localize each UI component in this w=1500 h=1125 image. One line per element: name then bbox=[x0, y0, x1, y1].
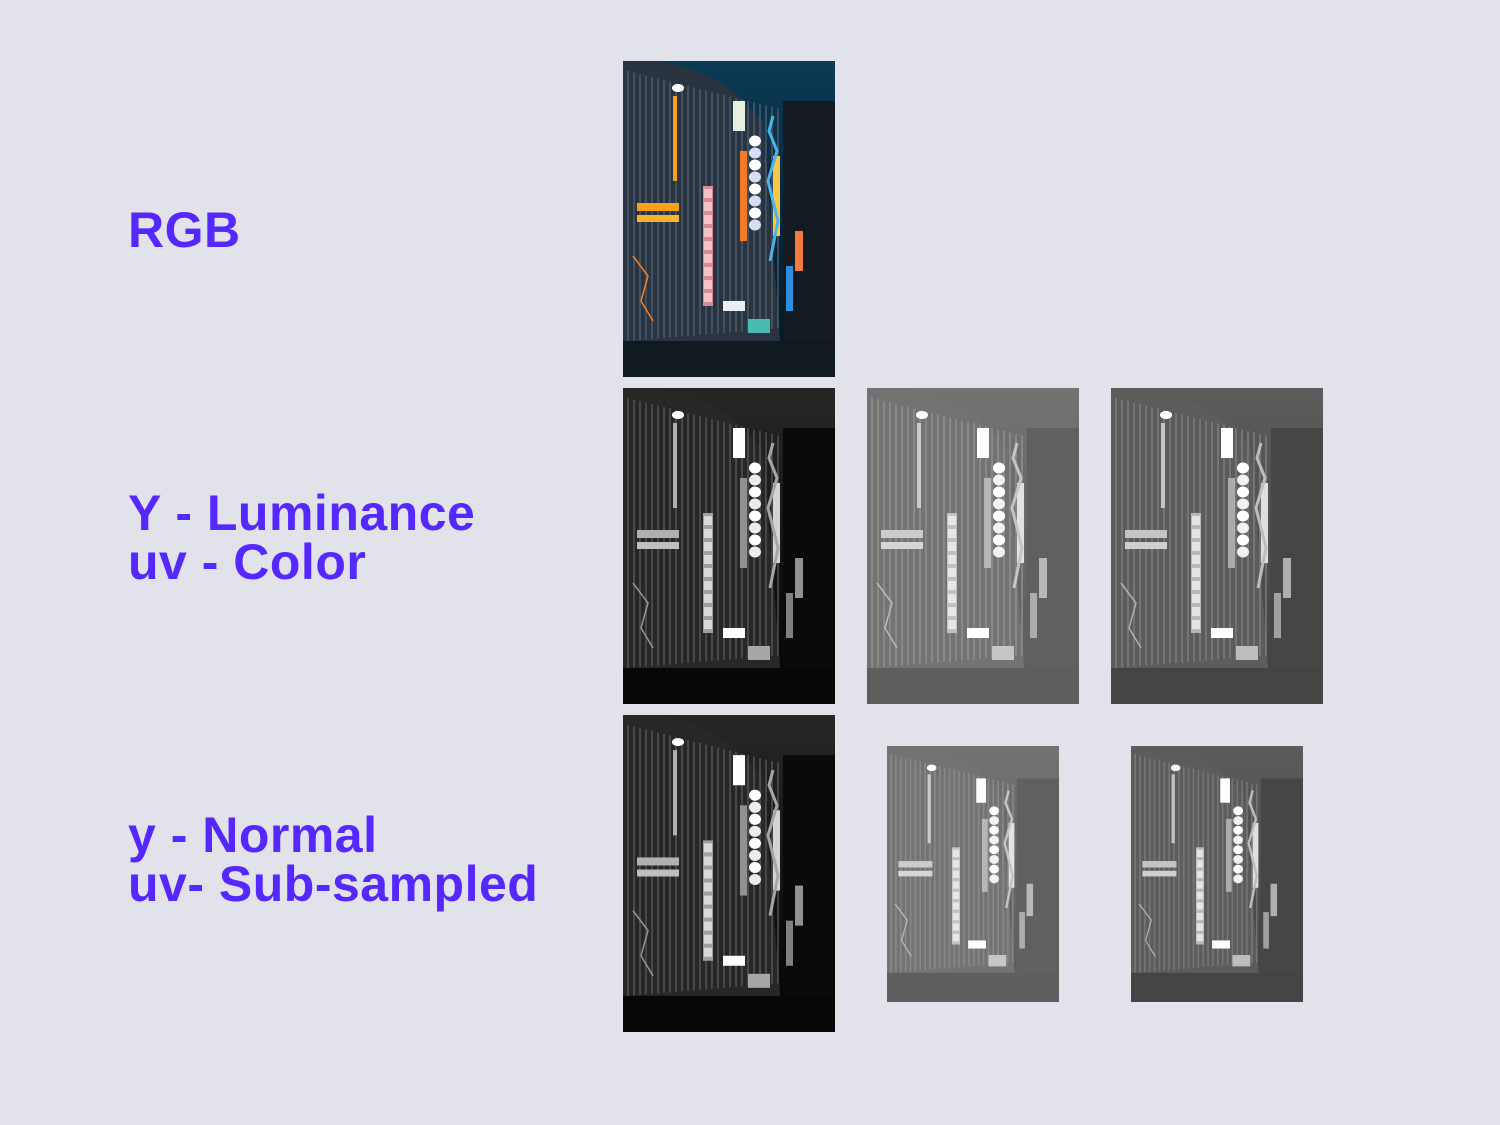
y-channel-image bbox=[623, 388, 835, 704]
yuv-label-luminance: Y - Luminance bbox=[128, 485, 476, 541]
rgb-label: RGB bbox=[128, 202, 241, 258]
yuv-label-color: uv - Color bbox=[128, 534, 367, 590]
u-channel-image bbox=[867, 388, 1079, 704]
subsampled-label-uv: uv- Sub-sampled bbox=[128, 856, 539, 912]
rgb-image bbox=[623, 61, 835, 377]
y-normal-image bbox=[623, 715, 835, 1032]
u-subsampled-image bbox=[887, 746, 1059, 1002]
subsampled-label-normal: y - Normal bbox=[128, 807, 378, 863]
v-channel-image bbox=[1111, 388, 1323, 704]
v-subsampled-image bbox=[1131, 746, 1303, 1002]
